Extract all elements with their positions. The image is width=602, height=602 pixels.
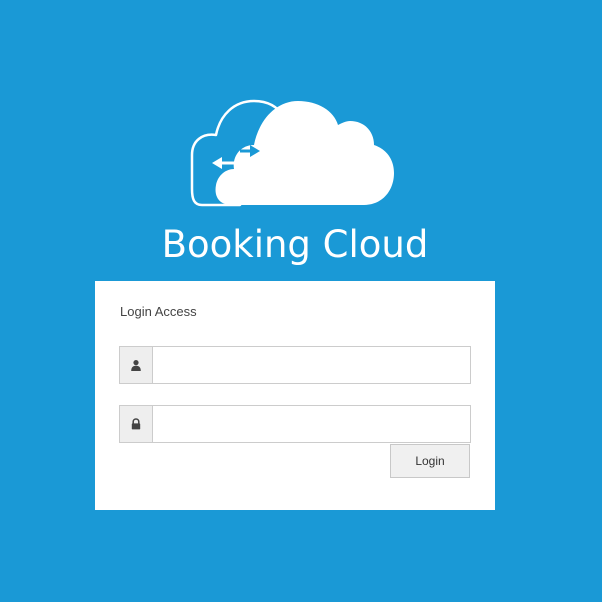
lock-icon (131, 418, 141, 430)
panel-title: Login Access (120, 304, 197, 319)
username-field (119, 346, 471, 384)
user-icon (131, 360, 141, 371)
login-panel: Login Access Login (95, 281, 495, 510)
password-input[interactable] (153, 406, 470, 442)
login-button[interactable]: Login (390, 444, 470, 478)
password-addon (120, 406, 153, 442)
username-addon (120, 347, 153, 383)
username-input[interactable] (153, 347, 470, 383)
password-field (119, 405, 471, 443)
cloud-sync-icon (190, 99, 394, 207)
brand-name: Booking Cloud (161, 223, 429, 266)
